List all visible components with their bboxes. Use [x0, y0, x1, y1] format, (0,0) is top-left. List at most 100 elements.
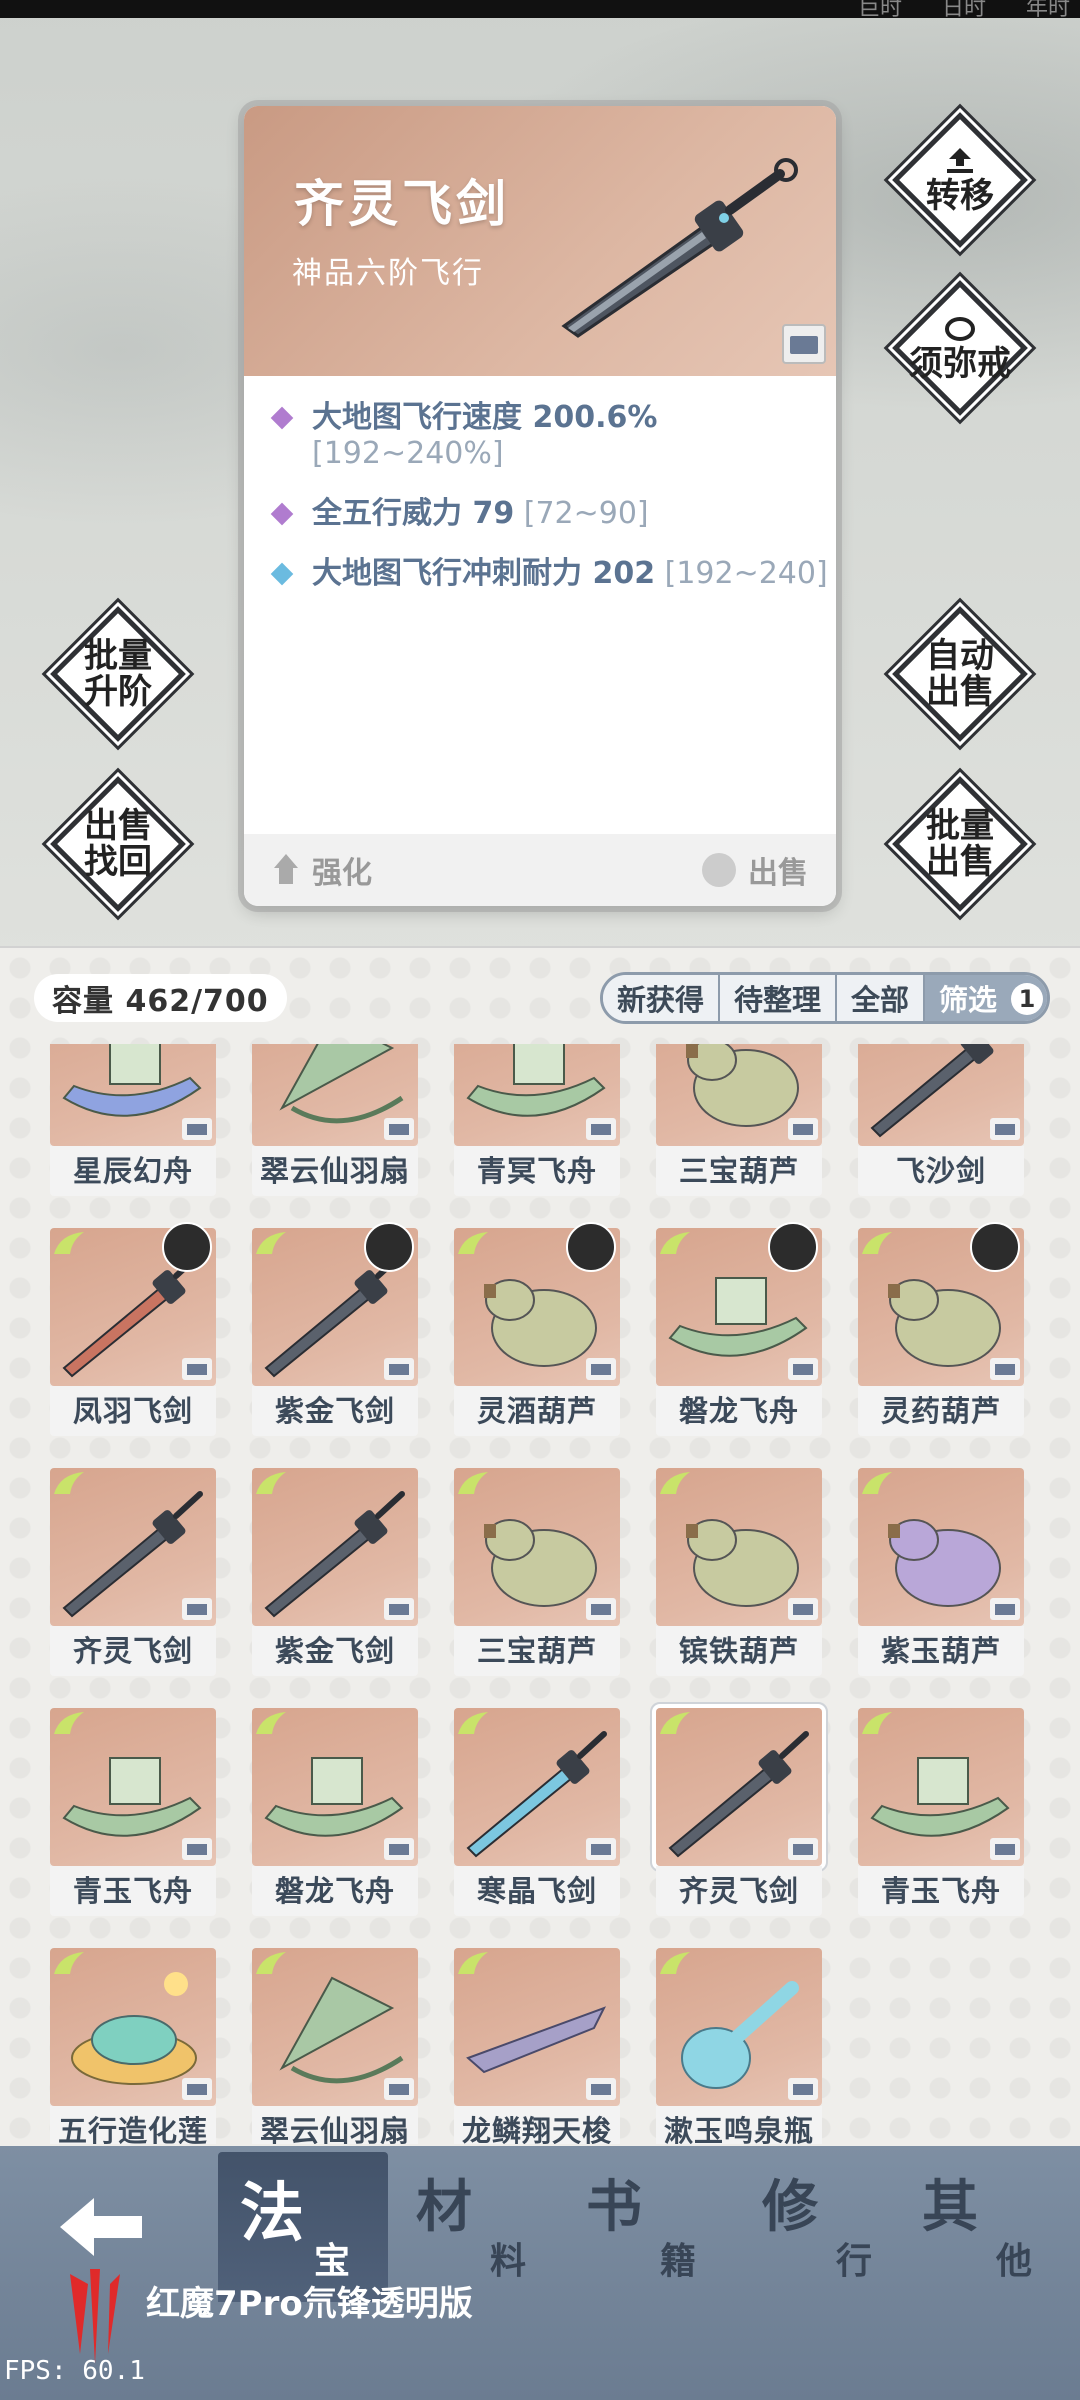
status-bar: 巨时 日时 年时: [0, 0, 1080, 18]
detail-header: 齐灵飞剑 神品六阶飞行: [244, 106, 836, 376]
storage-chest-icon: [990, 1358, 1020, 1380]
ring-icon: [945, 317, 975, 341]
inventory-item[interactable]: 翠云仙羽扇: [252, 1948, 418, 2144]
item-name: 齐灵飞剑: [656, 1866, 822, 1916]
storage-chest-icon: [782, 324, 826, 364]
item-name: 灵药葫芦: [858, 1386, 1024, 1436]
item-name: 三宝葫芦: [454, 1626, 620, 1676]
storage-chest-icon: [182, 2078, 212, 2100]
tab-other[interactable]: 其他: [900, 2152, 1070, 2302]
back-arrow-icon[interactable]: [56, 2192, 146, 2262]
auto-sell-button[interactable]: 自动 出售: [892, 606, 1028, 742]
stat-row: 大地图飞行冲刺耐力 202 [192~240]: [268, 556, 828, 592]
wing-rank-icon: [254, 1470, 288, 1496]
stat-row: 全五行威力 79 [72~90]: [268, 496, 828, 532]
inventory-item[interactable]: 翠云仙羽扇: [252, 1044, 418, 1196]
wing-rank-icon: [52, 1950, 86, 1976]
tab-books[interactable]: 书籍: [564, 2152, 734, 2302]
transfer-button[interactable]: 转移: [892, 112, 1028, 248]
storage-chest-icon: [182, 1358, 212, 1380]
storage-chest-icon: [586, 2078, 616, 2100]
tab-filter[interactable]: 筛选 1: [924, 975, 1047, 1021]
inventory-item[interactable]: 齐灵飞剑: [656, 1708, 822, 1916]
inventory-item[interactable]: 青玉飞舟: [50, 1708, 216, 1916]
item-name: 翠云仙羽扇: [252, 2106, 418, 2144]
item-name: 漱玉鸣泉瓶: [656, 2106, 822, 2144]
wing-rank-icon: [456, 1470, 490, 1496]
storage-chest-icon: [990, 1118, 1020, 1140]
wing-rank-icon: [658, 1230, 692, 1256]
wing-rank-icon: [456, 1710, 490, 1736]
character-avatar: [970, 1222, 1020, 1272]
inventory-item[interactable]: 三宝葫芦: [656, 1044, 822, 1196]
wing-rank-icon: [52, 1710, 86, 1736]
tab-new[interactable]: 新获得: [602, 975, 720, 1021]
coin-icon: [702, 853, 736, 887]
item-name: 飞沙剑: [858, 1146, 1024, 1196]
wing-rank-icon: [254, 1710, 288, 1736]
inventory-item[interactable]: 漱玉鸣泉瓶: [656, 1948, 822, 2144]
inventory-item[interactable]: 三宝葫芦: [454, 1468, 620, 1676]
sumeru-ring-button[interactable]: 须弥戒: [892, 280, 1028, 416]
item-detail-card: 齐灵飞剑 神品六阶飞行 大地图飞行速度 200.6% [192~240%] 全五…: [244, 106, 836, 906]
item-name: 翠云仙羽扇: [252, 1146, 418, 1196]
inventory-item[interactable]: 凤羽飞剑: [50, 1222, 216, 1436]
inventory-item[interactable]: 青冥飞舟: [454, 1044, 620, 1196]
top-tab-3[interactable]: 年时: [1026, 0, 1070, 18]
purple-diamond-icon: [270, 406, 294, 430]
inventory-item[interactable]: 紫金飞剑: [252, 1222, 418, 1436]
inventory-item[interactable]: 寒晶飞剑: [454, 1708, 620, 1916]
item-name: 灵酒葫芦: [454, 1386, 620, 1436]
inventory-item[interactable]: 龙鳞翔天梭: [454, 1948, 620, 2144]
storage-chest-icon: [384, 2078, 414, 2100]
wing-rank-icon: [860, 1710, 894, 1736]
inventory-item[interactable]: 灵酒葫芦: [454, 1222, 620, 1436]
stat-row: 大地图飞行速度 200.6% [192~240%]: [268, 400, 828, 472]
inventory-item[interactable]: 磐龙飞舟: [656, 1222, 822, 1436]
item-name: 镔铁葫芦: [656, 1626, 822, 1676]
item-name: 寒晶飞剑: [454, 1866, 620, 1916]
storage-chest-icon: [788, 1838, 818, 1860]
top-tab-1[interactable]: 巨时: [858, 0, 902, 18]
wing-rank-icon: [254, 1950, 288, 1976]
enhance-button[interactable]: 强化: [272, 848, 372, 892]
item-name: 磐龙飞舟: [252, 1866, 418, 1916]
top-tab-2[interactable]: 日时: [942, 0, 986, 18]
tab-all[interactable]: 全部: [836, 975, 925, 1021]
tab-pending[interactable]: 待整理: [719, 975, 837, 1021]
tab-cultivation[interactable]: 修行: [740, 2152, 910, 2302]
sell-recover-button[interactable]: 出售 找回: [50, 776, 186, 912]
item-name: 三宝葫芦: [656, 1146, 822, 1196]
item-name: 凤羽飞剑: [50, 1386, 216, 1436]
capacity-label: 容量 462/700: [34, 974, 287, 1022]
inventory-item[interactable]: 紫玉葫芦: [858, 1468, 1024, 1676]
inventory-item[interactable]: 星辰幻舟: [50, 1044, 216, 1196]
wing-rank-icon: [52, 1230, 86, 1256]
character-avatar: [768, 1222, 818, 1272]
item-name: 星辰幻舟: [50, 1146, 216, 1196]
arrow-up-icon: [272, 854, 300, 886]
inventory-item[interactable]: 紫金飞剑: [252, 1468, 418, 1676]
sword-image: [561, 158, 798, 338]
inventory-item[interactable]: 磐龙飞舟: [252, 1708, 418, 1916]
inventory-item[interactable]: 飞沙剑: [858, 1044, 1024, 1196]
storage-chest-icon: [182, 1598, 212, 1620]
wing-rank-icon: [52, 1470, 86, 1496]
sell-button[interactable]: 出售: [702, 848, 808, 892]
batch-upgrade-button[interactable]: 批量 升阶: [50, 606, 186, 742]
inventory-item[interactable]: 灵药葫芦: [858, 1222, 1024, 1436]
storage-chest-icon: [788, 1598, 818, 1620]
inventory-item[interactable]: 镔铁葫芦: [656, 1468, 822, 1676]
batch-sell-button[interactable]: 批量 出售: [892, 776, 1028, 912]
wing-rank-icon: [658, 1470, 692, 1496]
storage-chest-icon: [990, 1598, 1020, 1620]
character-avatar: [566, 1222, 616, 1272]
inventory-item[interactable]: 齐灵飞剑: [50, 1468, 216, 1676]
detail-footer: 强化 出售: [244, 834, 836, 906]
storage-chest-icon: [788, 1118, 818, 1140]
storage-chest-icon: [182, 1838, 212, 1860]
storage-chest-icon: [586, 1358, 616, 1380]
storage-chest-icon: [586, 1118, 616, 1140]
inventory-item[interactable]: 青玉飞舟: [858, 1708, 1024, 1916]
inventory-item[interactable]: 五行造化莲: [50, 1948, 216, 2144]
